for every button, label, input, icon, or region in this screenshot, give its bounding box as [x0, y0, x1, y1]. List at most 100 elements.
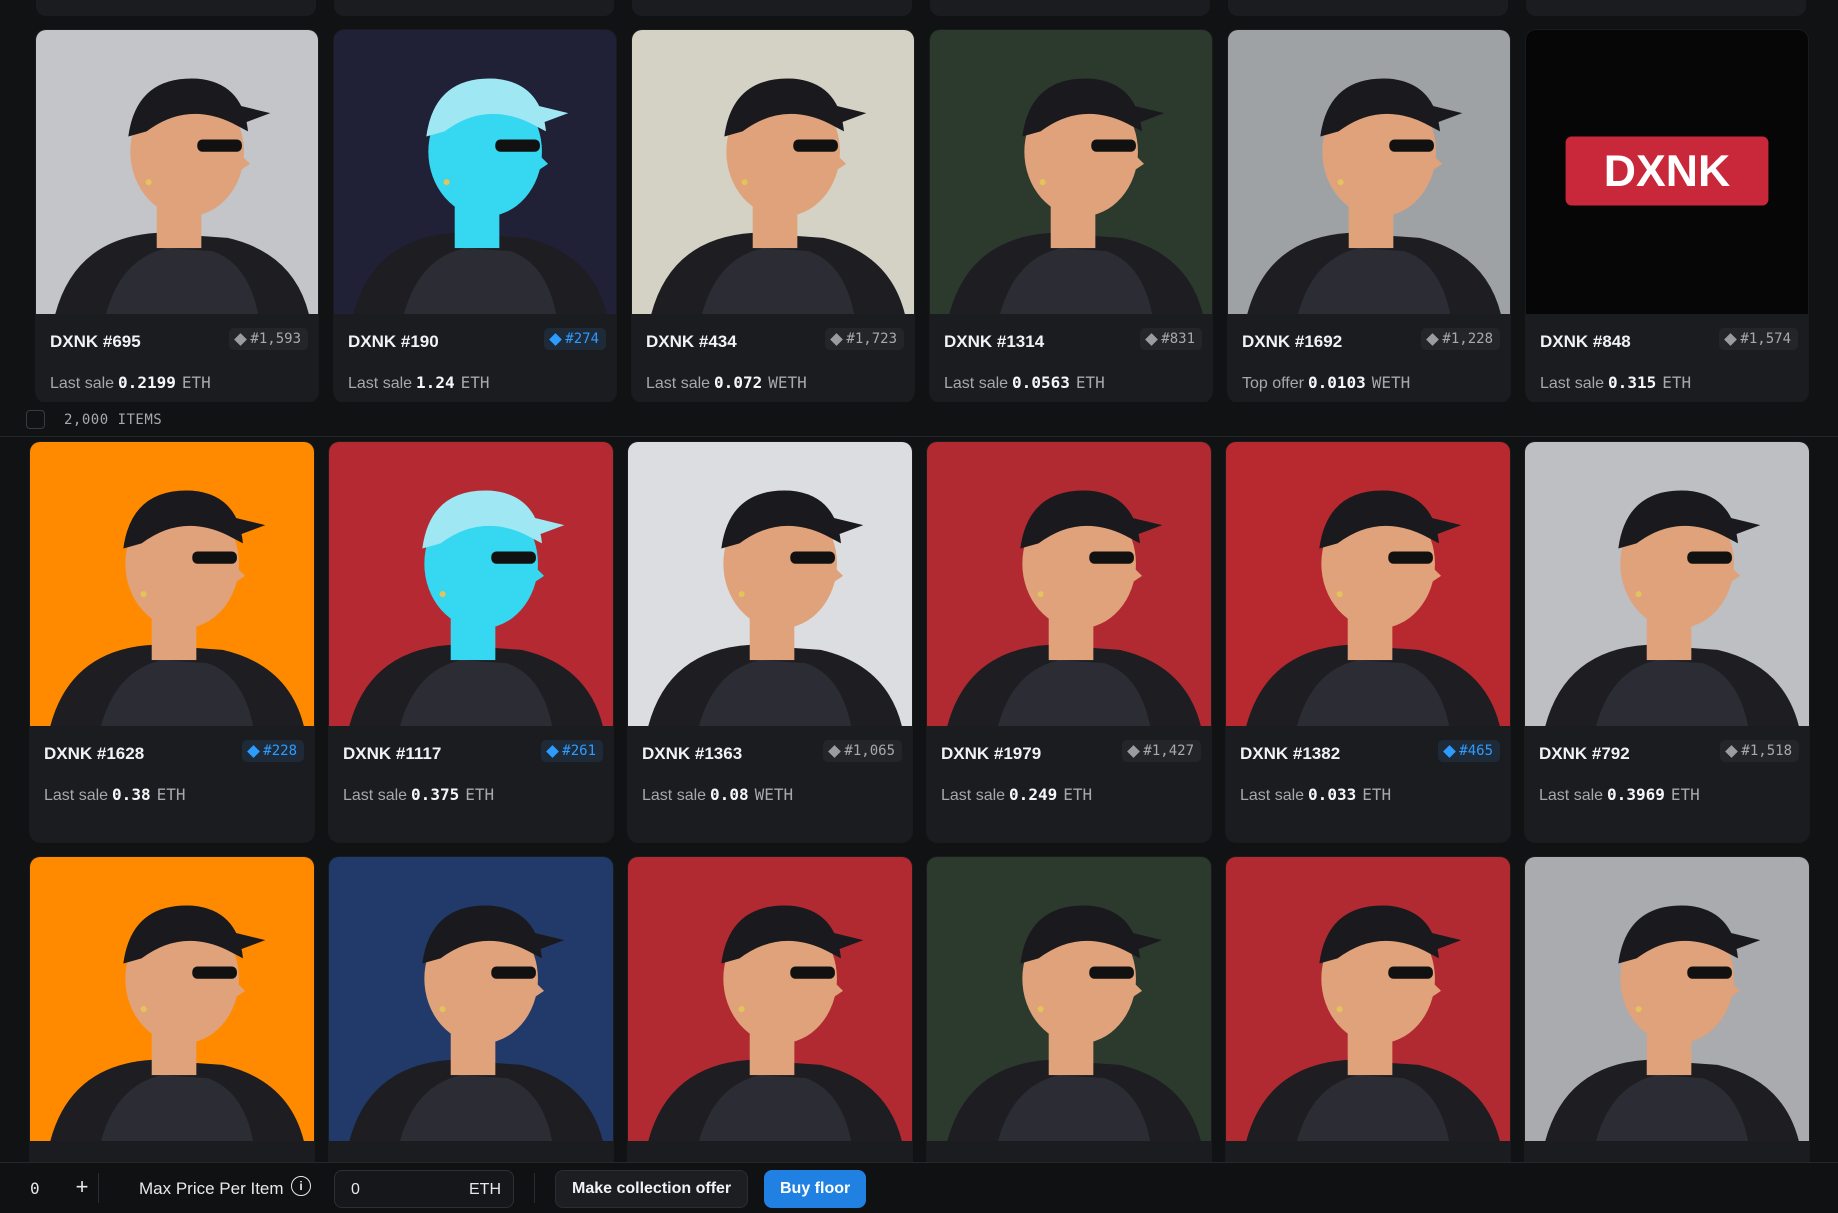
nft-card[interactable]: DXNK #1692 #1,228 Top offer 0.0103 WETH [1228, 30, 1510, 402]
make-collection-offer-button[interactable]: Make collection offer [555, 1170, 749, 1208]
rarity-rank-badge: #1,593 [229, 328, 308, 350]
nft-info: DXNK #1363 #1,065 Last sale 0.08 WETH [628, 726, 912, 842]
nft-sale-line: Last sale 0.3969 ETH [1539, 785, 1700, 805]
rank-text: #1,593 [250, 331, 301, 347]
nft-card[interactable]: DXNK #434 #1,723 Last sale 0.072 WETH [632, 30, 914, 402]
nft-sale-line: Last sale 0.072 WETH [646, 373, 807, 393]
diamond-icon [828, 744, 842, 758]
nft-thumbnail[interactable] [334, 30, 616, 314]
buy-floor-button[interactable]: Buy floor [764, 1170, 867, 1208]
select-all-checkbox[interactable] [26, 410, 45, 429]
diamond-icon [1443, 744, 1457, 758]
nft-thumbnail[interactable] [632, 30, 914, 314]
nft-card[interactable] [30, 857, 314, 1162]
nft-thumbnail[interactable] [927, 857, 1211, 1141]
rarity-rank-badge: #1,574 [1719, 328, 1798, 350]
sale-price: 0.0563 [1012, 373, 1070, 392]
nft-card[interactable]: DXNK #190 #274 Last sale 1.24 ETH [334, 30, 616, 402]
nft-thumbnail[interactable] [36, 30, 318, 314]
sale-price: 0.033 [1308, 785, 1357, 804]
nft-art [927, 442, 1211, 726]
nft-art [927, 857, 1211, 1141]
nft-art [30, 857, 314, 1141]
nft-thumbnail[interactable] [1226, 857, 1510, 1141]
sale-price: 0.375 [411, 785, 460, 804]
nft-card[interactable]: DXNK #1979 #1,427 Last sale 0.249 ETH [927, 442, 1211, 842]
nft-thumbnail[interactable] [1525, 442, 1809, 726]
nft-grid-top: DXNK #695 #1,593 Last sale 0.2199 ETH DXNK #1… [0, 30, 1838, 402]
sale-price: 0.072 [714, 373, 763, 392]
nft-thumbnail[interactable] [329, 857, 613, 1141]
sale-label: Last sale [646, 375, 711, 392]
nft-card[interactable]: DXNK #792 #1,518 Last sale 0.3969 ETH [1525, 442, 1809, 842]
nft-thumbnail[interactable] [927, 442, 1211, 726]
nft-card[interactable]: DXNK DXNK #848 #1,574 Last sale 0.315 ETH [1526, 30, 1808, 402]
nft-thumbnail[interactable] [1228, 30, 1510, 314]
nft-card[interactable] [628, 857, 912, 1162]
rarity-rank-badge: #1,065 [823, 740, 902, 762]
nft-info: DXNK #1117 #261 Last sale 0.375 ETH [329, 726, 613, 842]
info-icon[interactable]: i [291, 1176, 311, 1196]
sale-label: Last sale [1539, 787, 1604, 804]
nft-card[interactable]: DXNK #1628 #228 Last sale 0.38 ETH [30, 442, 314, 842]
nft-art [334, 30, 616, 314]
nft-card[interactable]: DXNK #695 #1,593 Last sale 0.2199 ETH [36, 30, 318, 402]
diamond-icon [1426, 332, 1440, 346]
max-price-input[interactable]: 0 ETH [334, 1170, 514, 1208]
nft-sale-line: Last sale 0.2199 ETH [50, 373, 211, 393]
nft-card[interactable] [927, 857, 1211, 1162]
quantity-value[interactable]: 0 [30, 1179, 40, 1198]
nft-sale-line: Last sale 1.24 ETH [348, 373, 489, 393]
nft-thumbnail[interactable] [30, 442, 314, 726]
nft-sale-line: Last sale 0.315 ETH [1540, 373, 1691, 393]
nft-thumbnail[interactable]: DXNK [1526, 30, 1808, 314]
sale-price: 0.2199 [118, 373, 176, 392]
sale-currency: WETH [1371, 373, 1411, 392]
nft-art [1228, 30, 1510, 314]
stub-card [1526, 0, 1806, 16]
nft-card[interactable]: DXNK #1117 #261 Last sale 0.375 ETH [329, 442, 613, 842]
nft-sale-line: Last sale 0.0563 ETH [944, 373, 1105, 393]
nft-name: DXNK #1314 [944, 332, 1045, 351]
nft-thumbnail[interactable] [329, 442, 613, 726]
nft-card[interactable] [329, 857, 613, 1162]
nft-name: DXNK #792 [1539, 744, 1630, 763]
nft-card[interactable]: DXNK #1363 #1,065 Last sale 0.08 WETH [628, 442, 912, 842]
nft-card[interactable] [1525, 857, 1809, 1162]
nft-card[interactable]: DXNK #1382 #465 Last sale 0.033 ETH [1226, 442, 1510, 842]
sale-label: Last sale [1540, 375, 1605, 392]
diamond-icon [247, 744, 261, 758]
sale-label: Last sale [348, 375, 413, 392]
nft-art [36, 30, 318, 314]
rarity-rank-badge: #465 [1438, 740, 1500, 762]
diamond-icon [1145, 332, 1159, 346]
nft-thumbnail[interactable] [930, 30, 1212, 314]
logo-text: DXNK [1604, 147, 1730, 196]
sale-currency: WETH [754, 785, 794, 804]
sale-label: Last sale [944, 375, 1009, 392]
nft-name: DXNK #695 [50, 332, 141, 351]
plus-icon[interactable]: + [72, 1174, 92, 1200]
nft-art [628, 442, 912, 726]
nft-card[interactable] [1226, 857, 1510, 1162]
nft-name: DXNK #190 [348, 332, 439, 351]
nft-thumbnail[interactable] [1525, 857, 1809, 1141]
rank-text: #1,723 [846, 331, 897, 347]
rank-text: #228 [263, 743, 297, 759]
nft-thumbnail[interactable] [628, 442, 912, 726]
sale-label: Last sale [50, 375, 115, 392]
diamond-icon [234, 332, 248, 346]
nft-thumbnail[interactable] [1226, 442, 1510, 726]
nft-thumbnail[interactable] [628, 857, 912, 1141]
sale-price: 0.08 [710, 785, 749, 804]
sale-currency: ETH [1362, 785, 1392, 804]
rank-text: #274 [565, 331, 599, 347]
diamond-icon [546, 744, 560, 758]
nft-card[interactable]: DXNK #1314 #831 Last sale 0.0563 ETH [930, 30, 1212, 402]
nft-sale-line: Last sale 0.249 ETH [941, 785, 1092, 805]
rarity-rank-badge: #261 [541, 740, 603, 762]
nft-thumbnail[interactable] [30, 857, 314, 1141]
sale-label: Last sale [642, 787, 707, 804]
items-toolbar: 2,000 ITEMS [0, 402, 1838, 437]
sale-currency: ETH [1662, 373, 1692, 392]
